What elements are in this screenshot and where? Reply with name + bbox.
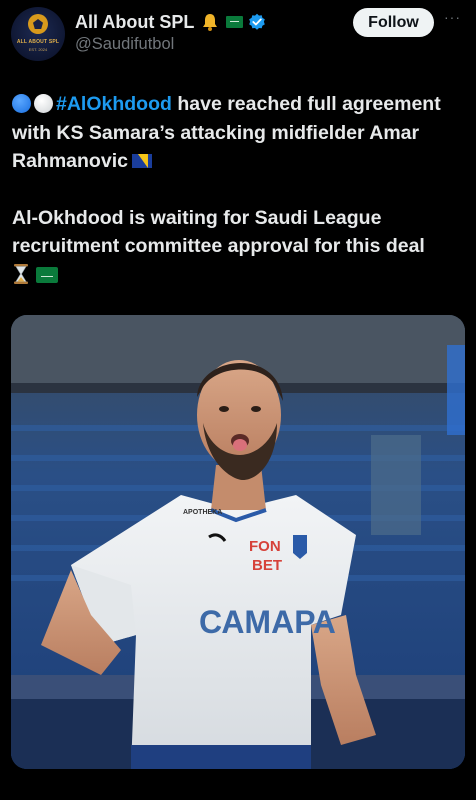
tweet-text: #AlOkhdood have reached full agreement w… [12, 90, 468, 289]
name-row: All About SPL [75, 10, 266, 34]
sponsor-left-text: APOTHEKA [183, 509, 222, 516]
handle[interactable]: @Saudifutbol [75, 35, 174, 54]
sponsor-main-2: BET [252, 557, 282, 574]
tweet-photo[interactable]: APOTHEKA FON BET САМАРА [11, 315, 465, 769]
blue-circle-icon [12, 94, 31, 113]
saudi-flag-icon [36, 266, 58, 283]
tweet-line-2: Al-Okhdood is waiting for Saudi League r… [12, 206, 425, 258]
hourglass-icon [12, 263, 30, 285]
shirt-text: САМАРА [199, 604, 336, 640]
verified-icon [248, 13, 266, 31]
sponsor-main-1: FON [249, 538, 281, 555]
tweet-paragraph-1: #AlOkhdood have reached full agreement w… [12, 90, 468, 176]
tweet-paragraph-2: Al-Okhdood is waiting for Saudi League r… [12, 204, 468, 290]
display-name[interactable]: All About SPL [75, 12, 194, 33]
tweet-header: ALL ABOUT SPL EST. 2024 All About SPL @S… [0, 0, 476, 72]
more-icon[interactable]: ··· [444, 10, 466, 24]
bosnia-flag-icon [131, 154, 152, 168]
avatar[interactable]: ALL ABOUT SPL EST. 2024 [11, 7, 65, 61]
white-circle-icon [34, 94, 53, 113]
saudi-flag-icon [226, 16, 244, 28]
follow-button[interactable]: Follow [353, 8, 434, 37]
ball-logo-icon [28, 14, 48, 34]
avatar-text: ALL ABOUT SPL [16, 39, 60, 45]
hashtag-link[interactable]: #AlOkhdood [56, 93, 172, 115]
player-photo-art: APOTHEKA FON BET САМАРА [11, 315, 465, 769]
bell-icon [200, 12, 220, 32]
avatar-est: EST. 2024 [28, 47, 48, 52]
